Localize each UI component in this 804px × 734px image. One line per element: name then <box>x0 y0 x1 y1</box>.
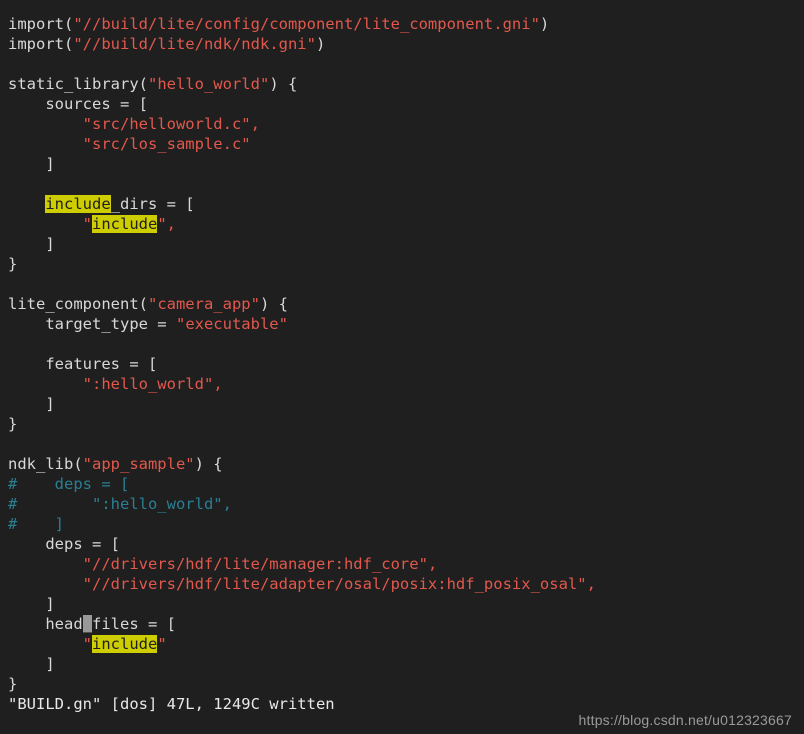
text-cursor: _ <box>82 615 92 633</box>
code-string: " <box>157 635 167 653</box>
code-text: features = [ <box>8 355 158 373</box>
code-line[interactable]: } <box>8 674 804 694</box>
code-text: ) { <box>269 75 298 93</box>
code-text: ] <box>8 155 55 173</box>
code-line[interactable] <box>8 54 804 74</box>
code-text: lite_component( <box>8 295 148 313</box>
editor-text-area[interactable]: import("//build/lite/config/component/li… <box>8 14 804 694</box>
search-match-highlight: include <box>92 635 158 653</box>
code-string: "app_sample" <box>82 455 195 473</box>
code-text: ) { <box>259 295 288 313</box>
code-line[interactable]: target_type = "executable" <box>8 314 804 334</box>
code-string: "executable" <box>175 315 288 333</box>
code-line[interactable]: ] <box>8 594 804 614</box>
code-text: ) { <box>194 455 223 473</box>
code-string: " <box>82 215 92 233</box>
code-text: } <box>8 255 18 273</box>
code-line[interactable]: ] <box>8 394 804 414</box>
code-string: "//build/lite/config/component/lite_comp… <box>73 15 540 33</box>
code-comment: # ":hello_world", <box>8 495 232 513</box>
code-text: static_library( <box>8 75 148 93</box>
code-text: ] <box>8 235 55 253</box>
code-text: ] <box>8 655 55 673</box>
code-line[interactable]: head_files = [ <box>8 614 804 634</box>
code-line[interactable] <box>8 334 804 354</box>
code-string: ", <box>157 215 176 233</box>
code-text: deps = [ <box>8 535 120 553</box>
code-line[interactable]: "src/los_sample.c" <box>8 134 804 154</box>
code-text: import( <box>8 15 74 33</box>
code-line[interactable]: import("//build/lite/ndk/ndk.gni") <box>8 34 804 54</box>
code-line[interactable]: "include" <box>8 634 804 654</box>
code-text: import( <box>8 35 74 53</box>
code-line[interactable]: ndk_lib("app_sample") { <box>8 454 804 474</box>
code-string: , <box>250 115 260 133</box>
code-comment: # ] <box>8 515 64 533</box>
code-comment: # deps = [ <box>8 475 130 493</box>
code-line[interactable]: features = [ <box>8 354 804 374</box>
code-text: head <box>8 615 83 633</box>
code-line[interactable]: # ":hello_world", <box>8 494 804 514</box>
code-line[interactable] <box>8 274 804 294</box>
code-text: files = [ <box>92 615 176 633</box>
code-line[interactable]: ] <box>8 154 804 174</box>
code-line[interactable]: } <box>8 414 804 434</box>
code-text: sources = [ <box>8 95 148 113</box>
code-text: } <box>8 675 18 693</box>
code-line[interactable]: } <box>8 254 804 274</box>
code-string: , <box>586 575 596 593</box>
code-line[interactable] <box>8 434 804 454</box>
code-string: "//drivers/hdf/lite/manager:hdf_core" <box>82 555 428 573</box>
code-string: "//build/lite/ndk/ndk.gni" <box>73 35 316 53</box>
code-line[interactable]: "//drivers/hdf/lite/adapter/osal/posix:h… <box>8 574 804 594</box>
code-line[interactable]: import("//build/lite/config/component/li… <box>8 14 804 34</box>
code-string: "//drivers/hdf/lite/adapter/osal/posix:h… <box>82 575 587 593</box>
code-text: ] <box>8 595 55 613</box>
code-line[interactable]: # deps = [ <box>8 474 804 494</box>
code-text: ndk_lib( <box>8 455 83 473</box>
code-string: "camera_app" <box>147 295 260 313</box>
search-match-highlight: include <box>45 195 111 213</box>
code-line[interactable]: ] <box>8 234 804 254</box>
code-line[interactable]: sources = [ <box>8 94 804 114</box>
code-line[interactable]: ] <box>8 654 804 674</box>
code-line[interactable]: static_library("hello_world") { <box>8 74 804 94</box>
code-string: , <box>213 375 223 393</box>
code-text: ) <box>315 35 326 53</box>
search-match-highlight: include <box>92 215 158 233</box>
code-text: } <box>8 415 18 433</box>
code-string: "hello_world" <box>147 75 270 93</box>
code-string: " <box>82 635 92 653</box>
code-line[interactable]: "//drivers/hdf/lite/manager:hdf_core", <box>8 554 804 574</box>
code-text: ] <box>8 395 55 413</box>
code-line[interactable]: include_dirs = [ <box>8 194 804 214</box>
code-string: ":hello_world" <box>82 375 214 393</box>
code-text: _dirs = [ <box>110 195 195 213</box>
code-text: ) <box>539 15 550 33</box>
code-string: , <box>427 555 438 573</box>
code-text: target_type = <box>8 315 176 333</box>
code-line[interactable]: # ] <box>8 514 804 534</box>
code-line[interactable]: lite_component("camera_app") { <box>8 294 804 314</box>
vim-status-line: "BUILD.gn" [dos] 47L, 1249C written <box>8 695 335 713</box>
terminal-window: import("//build/lite/config/component/li… <box>0 0 804 734</box>
code-line[interactable] <box>8 174 804 194</box>
code-line[interactable]: "include", <box>8 214 804 234</box>
code-line[interactable]: deps = [ <box>8 534 804 554</box>
code-string: "src/helloworld.c" <box>82 115 251 133</box>
code-string: "src/los_sample.c" <box>82 135 251 153</box>
code-line[interactable]: ":hello_world", <box>8 374 804 394</box>
watermark: https://blog.csdn.net/u012323667 <box>578 712 792 728</box>
code-line[interactable]: "src/helloworld.c", <box>8 114 804 134</box>
